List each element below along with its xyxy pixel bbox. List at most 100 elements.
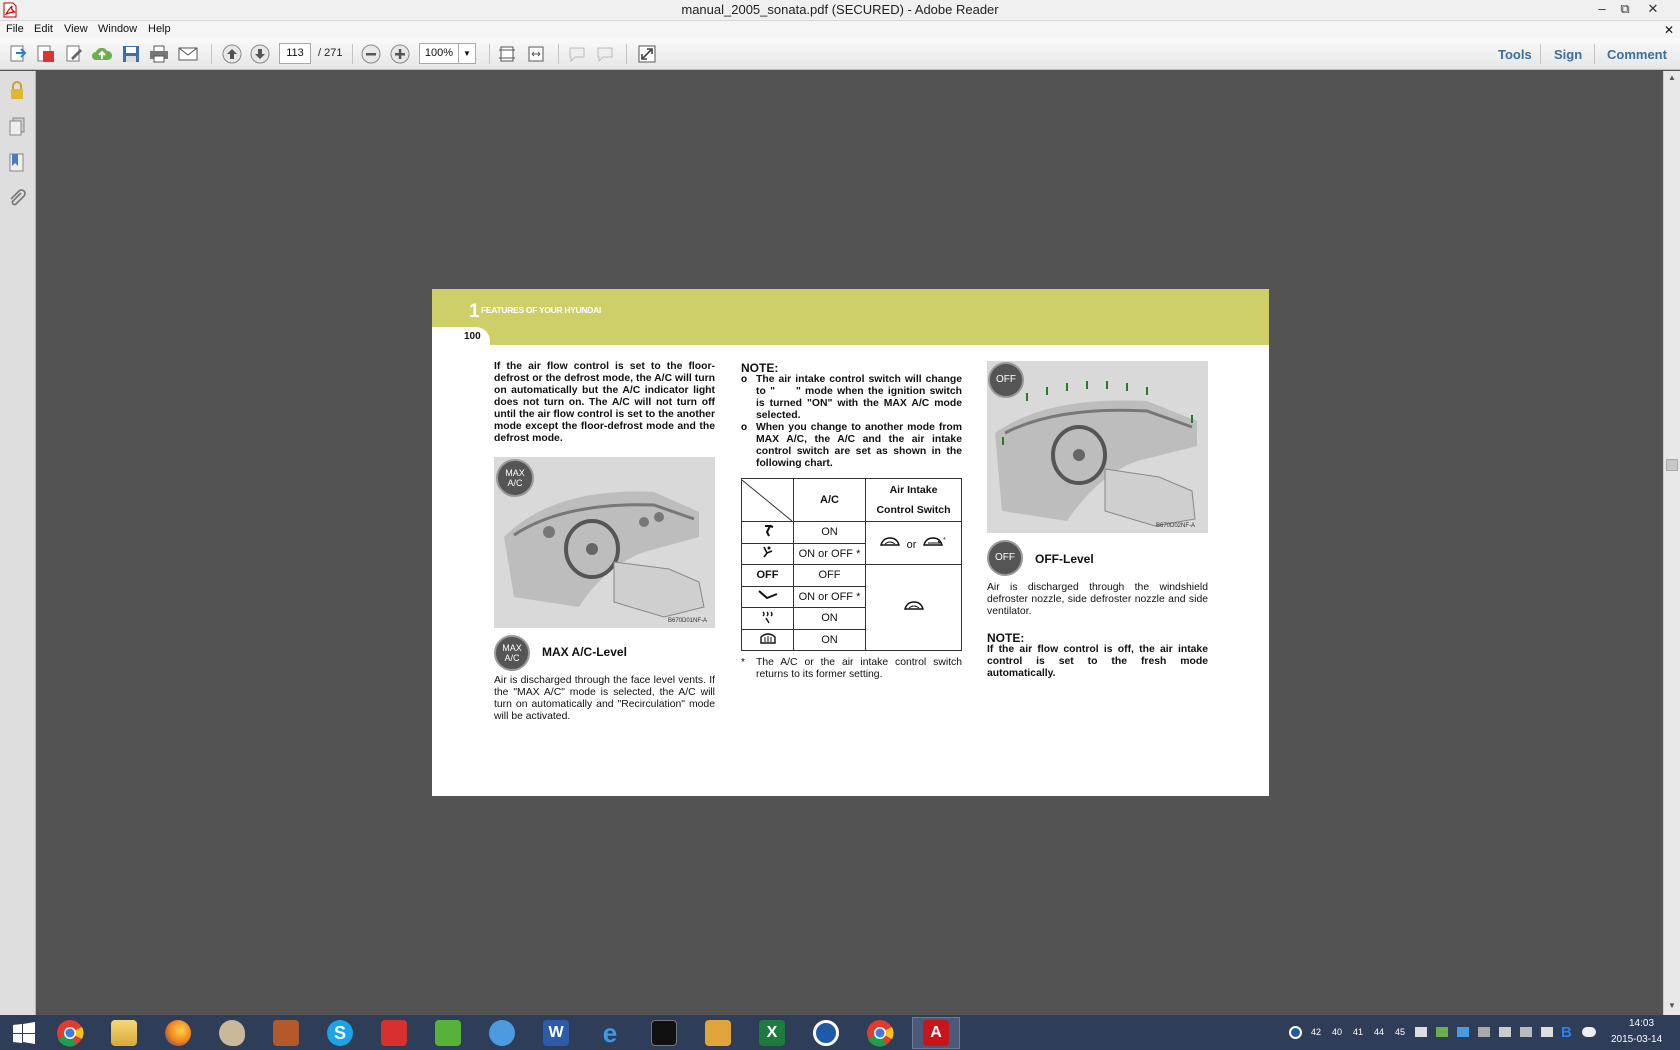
network-icon[interactable] (1478, 1027, 1490, 1037)
edit-pdf-icon[interactable] (63, 43, 85, 65)
intake-value-recirc (865, 564, 962, 651)
max-ac-level-badge: MAX A/C (494, 635, 530, 671)
clock-date[interactable]: 2015-03-14 (1611, 1034, 1662, 1045)
window-title: manual_2005_sonata.pdf (SECURED) - Adobe… (681, 2, 999, 17)
bi-level-mode-icon (741, 542, 794, 565)
scroll-thumb[interactable] (1666, 459, 1678, 471)
tray-app-icon[interactable] (1289, 1026, 1302, 1039)
note-item-1: The air intake control switch will chang… (756, 374, 962, 421)
print-icon[interactable] (148, 43, 170, 65)
toolbar-separator (1540, 44, 1541, 64)
chrome-taskbar-icon[interactable] (856, 1017, 904, 1049)
attachments-icon[interactable] (8, 189, 26, 214)
toolbar-separator (1594, 44, 1595, 64)
bookmarks-icon[interactable] (8, 153, 26, 178)
full-screen-icon[interactable] (636, 43, 658, 65)
comment-link[interactable]: Comment (1607, 47, 1667, 62)
flag-icon[interactable] (1499, 1027, 1511, 1037)
menu-help[interactable]: Help (148, 23, 171, 35)
note-bullet: o (741, 374, 748, 385)
note-bullet: o (741, 422, 748, 433)
cloud-upload-icon[interactable] (91, 43, 113, 65)
floor-defrost-mode-icon (741, 607, 794, 630)
sign-link[interactable]: Sign (1554, 47, 1582, 62)
page-number-input[interactable]: 113 (279, 43, 311, 64)
menu-file[interactable]: File (6, 23, 24, 35)
navigation-pane (0, 71, 36, 1015)
face-mode-icon (741, 521, 794, 544)
off-level-title: OFF-Level (1035, 552, 1094, 566)
excel-taskbar-icon[interactable]: X (748, 1017, 796, 1049)
col-header-ac: A/C (793, 478, 866, 522)
scroll-up-arrow-icon[interactable]: ▲ (1668, 73, 1676, 82)
ac-value: ON (793, 628, 866, 651)
zoom-dropdown-button[interactable]: ▼ (458, 43, 476, 64)
lock-icon[interactable] (8, 80, 26, 105)
minimize-button[interactable]: – (1591, 0, 1613, 20)
ac-intake-table: A/C Air Intake Control Switch ON or * ON … (741, 478, 962, 651)
fit-page-icon[interactable] (496, 43, 518, 65)
skype-taskbar-icon[interactable]: S (316, 1017, 364, 1049)
highlight-icon[interactable] (594, 43, 616, 65)
ac-value: ON (793, 521, 866, 544)
page-thumbnails-icon[interactable] (8, 117, 26, 142)
page-number: 100 (464, 331, 481, 342)
display-icon[interactable] (1520, 1027, 1532, 1037)
cloud-icon[interactable] (1582, 1027, 1596, 1037)
tray-app-icon[interactable] (1457, 1027, 1469, 1037)
firefox-taskbar-icon[interactable] (154, 1017, 202, 1049)
app-taskbar-icon[interactable] (370, 1017, 418, 1049)
fit-width-icon[interactable] (525, 43, 547, 65)
intake-value-recirc-or-fresh: or * (865, 521, 962, 565)
doc-close-button[interactable]: ✕ (1664, 23, 1674, 37)
taskbar: S W e X A 42 40 41 44 45 B 14:03 2015-03… (0, 1015, 1680, 1050)
adobe-reader-taskbar-icon[interactable]: A (912, 1017, 960, 1049)
table-footnote: The A/C or the air intake control switch… (756, 657, 962, 680)
menu-view[interactable]: View (64, 23, 88, 35)
start-button[interactable] (0, 1017, 48, 1049)
save-icon[interactable] (120, 43, 142, 65)
restore-button[interactable]: ⧉ (1614, 0, 1636, 20)
tray-app-icon[interactable] (1436, 1027, 1448, 1037)
toolbar-separator (558, 44, 559, 64)
app-taskbar-icon[interactable] (262, 1017, 310, 1049)
media-player-taskbar-icon[interactable] (424, 1017, 472, 1049)
tray-number: 40 (1332, 1027, 1343, 1037)
app-taskbar-icon[interactable] (694, 1017, 742, 1049)
bluetooth-icon[interactable]: B (1561, 1024, 1572, 1041)
max-ac-level-title: MAX A/C-Level (542, 645, 627, 659)
ac-value: ON or OFF * (793, 542, 866, 565)
note-heading: NOTE: (741, 361, 779, 375)
next-page-icon[interactable] (249, 43, 271, 65)
email-icon[interactable] (177, 43, 199, 65)
fresh-air-icon: * (922, 537, 948, 551)
zoom-in-icon[interactable] (389, 43, 411, 65)
previous-page-icon[interactable] (221, 43, 243, 65)
internet-explorer-taskbar-icon[interactable]: e (586, 1017, 634, 1049)
clock-time[interactable]: 14:03 (1629, 1018, 1654, 1029)
create-pdf-icon[interactable] (7, 43, 29, 65)
zoom-input[interactable]: 100% (419, 43, 459, 64)
file-explorer-taskbar-icon[interactable] (100, 1017, 148, 1049)
tools-link[interactable]: Tools (1498, 47, 1532, 62)
menu-window[interactable]: Window (98, 23, 137, 35)
comment-bubble-icon[interactable] (566, 43, 588, 65)
tray-app-icon[interactable] (1415, 1027, 1427, 1037)
close-button[interactable]: ✕ (1642, 0, 1664, 20)
word-taskbar-icon[interactable]: W (532, 1017, 580, 1049)
itunes-taskbar-icon[interactable] (478, 1017, 526, 1049)
app-taskbar-icon[interactable] (802, 1017, 850, 1049)
toolbar-separator (626, 44, 627, 64)
volume-icon[interactable] (1541, 1027, 1553, 1037)
tray-number: 42 (1311, 1027, 1322, 1037)
page-number-tab: 100 (432, 327, 490, 347)
off-badge: OFF (988, 362, 1024, 398)
vertical-scrollbar[interactable]: ▲ ▼ (1663, 71, 1680, 1015)
combine-files-icon[interactable] (35, 43, 57, 65)
command-prompt-taskbar-icon[interactable] (640, 1017, 688, 1049)
chrome-taskbar-icon[interactable] (46, 1017, 94, 1049)
scroll-down-arrow-icon[interactable]: ▼ (1668, 1001, 1676, 1010)
menu-edit[interactable]: Edit (34, 23, 53, 35)
zoom-out-icon[interactable] (360, 43, 382, 65)
paint-taskbar-icon[interactable] (208, 1017, 256, 1049)
